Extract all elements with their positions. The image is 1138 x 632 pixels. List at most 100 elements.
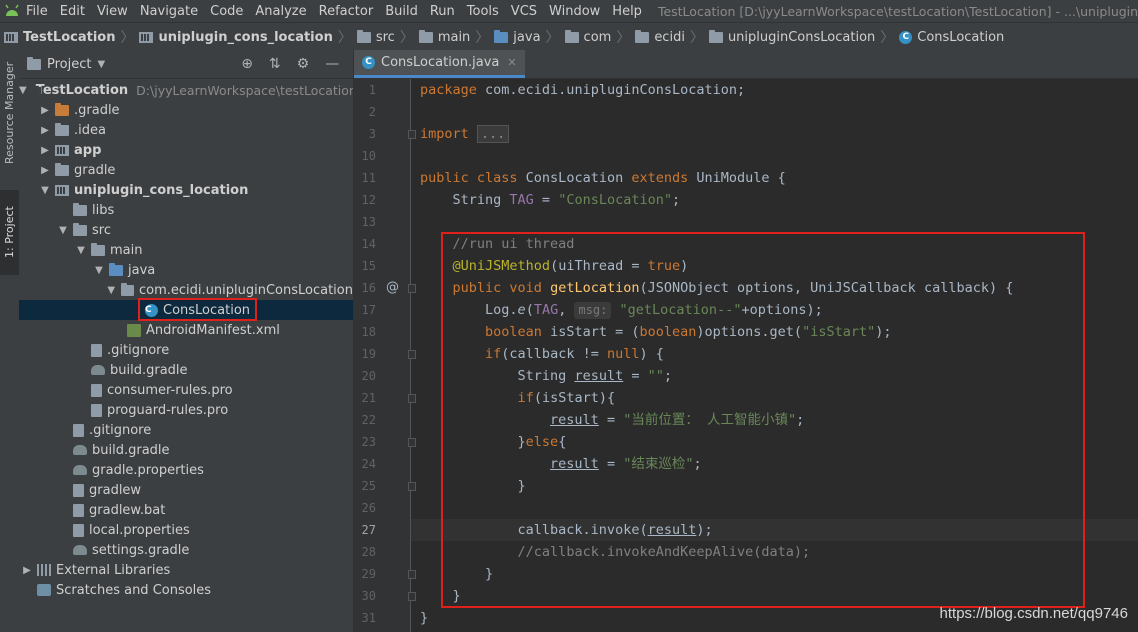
menu-edit[interactable]: Edit bbox=[54, 4, 91, 19]
tree-item[interactable]: ▼ uniplugin_cons_location bbox=[19, 180, 353, 200]
breadcrumb-label: ConsLocation bbox=[917, 29, 1005, 45]
tree-item[interactable]: build.gradle bbox=[19, 360, 353, 380]
line-number: 31 bbox=[361, 611, 376, 625]
expand-arrow-icon[interactable]: ▼ bbox=[75, 245, 87, 256]
menu-run[interactable]: Run bbox=[424, 4, 461, 19]
menu-analyze[interactable]: Analyze bbox=[249, 4, 312, 19]
tree-item[interactable]: local.properties bbox=[19, 520, 353, 540]
hide-panel-icon[interactable]: — bbox=[325, 56, 339, 72]
gradle-icon bbox=[91, 365, 105, 375]
line-number: 18 bbox=[361, 325, 376, 339]
collapse-arrow-icon[interactable]: ▶ bbox=[21, 565, 33, 576]
chevron-down-icon[interactable]: ▼ bbox=[97, 59, 105, 70]
code-line[interactable]: } bbox=[420, 607, 428, 629]
tree-item[interactable]: ▼ com.ecidi.unipluginConsLocation bbox=[19, 280, 353, 300]
tree-item[interactable]: .gitignore bbox=[19, 340, 353, 360]
tree-item-label: gradlew bbox=[89, 482, 142, 498]
tree-item[interactable]: .gitignore bbox=[19, 420, 353, 440]
code-line[interactable]: public class ConsLocation extends UniMod… bbox=[420, 167, 786, 189]
tab-label: ConsLocation.java bbox=[381, 55, 500, 70]
tree-item[interactable]: libs bbox=[19, 200, 353, 220]
breadcrumb-separator-icon: 〉 bbox=[475, 30, 490, 46]
tree-item[interactable]: consumer-rules.pro bbox=[19, 380, 353, 400]
class-icon: C bbox=[362, 56, 375, 69]
tree-item[interactable]: Scratches and Consoles bbox=[19, 580, 353, 600]
breadcrumb-item[interactable]: main bbox=[415, 29, 474, 45]
project-view-selector[interactable]: Project bbox=[47, 57, 91, 72]
line-number: 2 bbox=[368, 105, 376, 119]
expand-arrow-icon[interactable]: ▼ bbox=[106, 285, 117, 296]
android-studio-logo-icon bbox=[4, 2, 20, 20]
menu-window[interactable]: Window bbox=[543, 4, 606, 19]
tree-item[interactable]: ▶ gradle bbox=[19, 160, 353, 180]
tree-item[interactable]: ▶ .gradle bbox=[19, 100, 353, 120]
gear-icon[interactable]: ⚙ bbox=[297, 56, 310, 72]
locate-file-icon[interactable]: ⊕ bbox=[241, 56, 253, 72]
menu-build[interactable]: Build bbox=[379, 4, 424, 19]
breadcrumb-item[interactable]: com bbox=[561, 29, 616, 45]
folder-icon bbox=[708, 29, 723, 43]
breadcrumb-item[interactable]: src bbox=[353, 29, 399, 45]
scratch-icon bbox=[37, 584, 51, 596]
resource-manager-tab[interactable]: Resource Manager bbox=[0, 58, 19, 168]
module-icon bbox=[55, 144, 69, 156]
folder-icon bbox=[564, 29, 579, 43]
expand-arrow-icon[interactable]: ▼ bbox=[93, 265, 105, 276]
menu-bar: File Edit View Navigate Code Analyze Refactor B… bbox=[0, 0, 1138, 22]
menu-file[interactable]: File bbox=[20, 4, 54, 19]
breadcrumb-item[interactable]: uniplugin_cons_location bbox=[135, 30, 336, 45]
menu-refactor[interactable]: Refactor bbox=[313, 4, 380, 19]
menu-code[interactable]: Code bbox=[204, 4, 249, 19]
tree-item-label: .gitignore bbox=[107, 342, 170, 358]
file-icon bbox=[91, 343, 102, 357]
override-marker-icon[interactable]: @ bbox=[386, 277, 399, 299]
code-line[interactable]: import ... bbox=[420, 123, 510, 145]
tree-item-label: app bbox=[74, 142, 102, 158]
menu-view[interactable]: View bbox=[91, 4, 134, 19]
breadcrumb-separator-icon: 〉 bbox=[689, 30, 704, 46]
collapse-arrow-icon[interactable]: ▶ bbox=[39, 165, 51, 176]
tree-item[interactable]: ▼ src bbox=[19, 220, 353, 240]
line-number: 14 bbox=[361, 237, 376, 251]
tree-item[interactable]: ▶ app bbox=[19, 140, 353, 160]
project-tool-tab[interactable]: 1: Project bbox=[0, 190, 19, 275]
tree-item[interactable]: AndroidManifest.xml bbox=[19, 320, 353, 340]
expand-arrow-icon[interactable]: ▼ bbox=[19, 85, 27, 96]
tree-item[interactable]: gradlew.bat bbox=[19, 500, 353, 520]
file-icon bbox=[73, 503, 84, 517]
tree-item[interactable]: gradlew bbox=[19, 480, 353, 500]
code-line[interactable]: String TAG = "ConsLocation"; bbox=[420, 189, 681, 211]
collapse-arrow-icon[interactable]: ▶ bbox=[39, 145, 51, 156]
code-line[interactable]: package com.ecidi.unipluginConsLocation; bbox=[420, 79, 745, 101]
tab-cons-location-java[interactable]: C ConsLocation.java ✕ bbox=[354, 50, 525, 78]
breadcrumb-item[interactable]: java bbox=[490, 29, 544, 45]
close-icon[interactable]: ✕ bbox=[507, 56, 516, 69]
breadcrumb-item[interactable]: TestLocation bbox=[0, 30, 119, 45]
expand-arrow-icon[interactable]: ▼ bbox=[57, 225, 69, 236]
tree-item[interactable]: settings.gradle bbox=[19, 540, 353, 560]
breadcrumb-label: src bbox=[375, 29, 395, 45]
folder-icon bbox=[635, 29, 650, 43]
menu-vcs[interactable]: VCS bbox=[505, 4, 543, 19]
breadcrumb-item[interactable]: ecidi bbox=[631, 29, 689, 45]
menu-help[interactable]: Help bbox=[606, 4, 648, 19]
expand-arrow-icon[interactable]: ▼ bbox=[39, 185, 51, 196]
tree-item[interactable]: build.gradle bbox=[19, 440, 353, 460]
breadcrumb-item[interactable]: C ConsLocation bbox=[895, 30, 1008, 45]
tree-item[interactable]: ▶ .idea bbox=[19, 120, 353, 140]
tree-item[interactable]: ▼ TestLocation D:\jyyLearnWorkspace\testLo… bbox=[19, 80, 353, 100]
tree-item[interactable]: ▼ main bbox=[19, 240, 353, 260]
menu-navigate[interactable]: Navigate bbox=[134, 4, 204, 19]
tree-item[interactable]: proguard-rules.pro bbox=[19, 400, 353, 420]
highlight-box-code-block bbox=[441, 232, 1085, 608]
file-icon bbox=[73, 523, 84, 537]
tree-item[interactable]: ▶ External Libraries bbox=[19, 560, 353, 580]
breadcrumb-item[interactable]: unipluginConsLocation bbox=[705, 29, 879, 45]
tree-item[interactable]: ▼ java bbox=[19, 260, 353, 280]
collapse-all-icon[interactable]: ⇅ bbox=[269, 56, 281, 72]
menu-tools[interactable]: Tools bbox=[461, 4, 505, 19]
tree-item[interactable]: gradle.properties bbox=[19, 460, 353, 480]
breadcrumb-separator-icon: 〉 bbox=[545, 30, 560, 46]
collapse-arrow-icon[interactable]: ▶ bbox=[39, 105, 51, 116]
collapse-arrow-icon[interactable]: ▶ bbox=[39, 125, 51, 136]
